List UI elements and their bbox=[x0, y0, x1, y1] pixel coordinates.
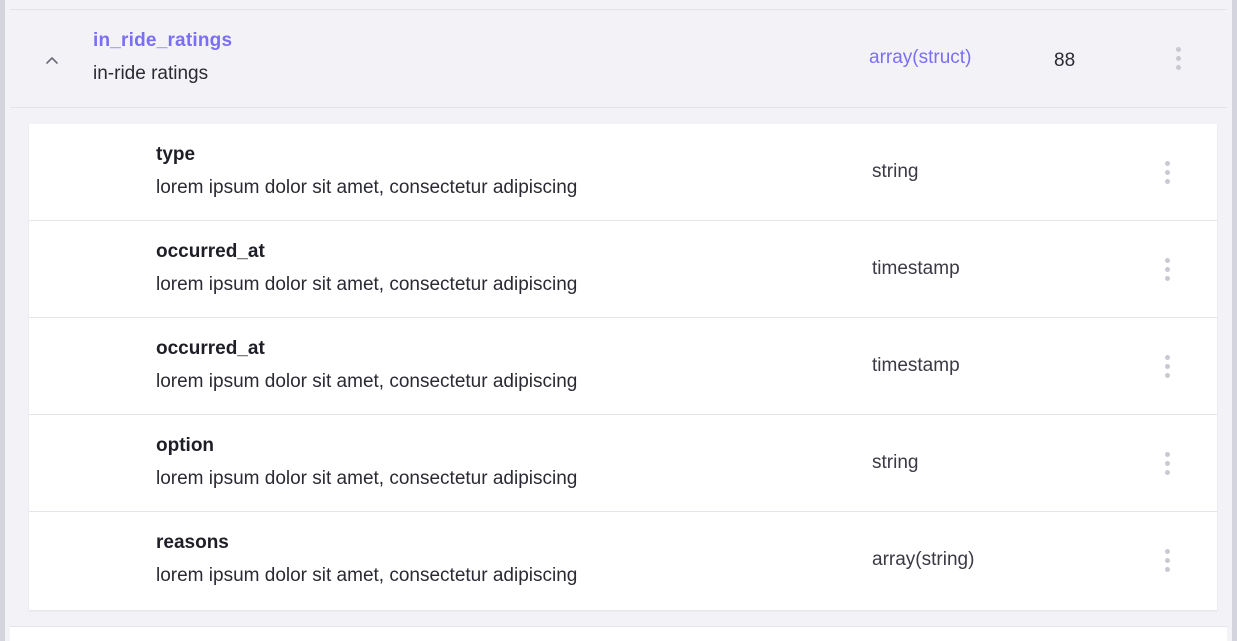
nested-field-row[interactable]: reasons lorem ipsum dolor sit amet, cons… bbox=[29, 512, 1217, 609]
nested-field-name: occurred_at bbox=[156, 241, 265, 262]
field-row-in-ride-ratings[interactable]: in_ride_ratings in-ride ratings array(st… bbox=[10, 10, 1227, 108]
nested-field-row[interactable]: occurred_at lorem ipsum dolor sit amet, … bbox=[29, 221, 1217, 318]
nested-field-type: timestamp bbox=[872, 258, 960, 279]
nested-field-type: string bbox=[872, 161, 919, 182]
schema-panel: in_ride_ratings in-ride ratings array(st… bbox=[0, 0, 1237, 641]
previous-row-edge bbox=[10, 0, 1227, 10]
field-count: 88 bbox=[1054, 50, 1076, 71]
kebab-menu-icon[interactable] bbox=[1157, 154, 1177, 190]
nested-field-row[interactable]: option lorem ipsum dolor sit amet, conse… bbox=[29, 415, 1217, 512]
kebab-menu-icon[interactable] bbox=[1157, 251, 1177, 287]
kebab-menu-icon[interactable] bbox=[1157, 542, 1177, 578]
kebab-menu-icon[interactable] bbox=[1157, 348, 1177, 384]
nested-field-type: timestamp bbox=[872, 355, 960, 376]
nested-field-description: lorem ipsum dolor sit amet, consectetur … bbox=[156, 565, 578, 586]
nested-field-name: option bbox=[156, 435, 215, 456]
nested-field-row[interactable]: occurred_at lorem ipsum dolor sit amet, … bbox=[29, 318, 1217, 415]
nested-field-name: type bbox=[156, 144, 196, 165]
nested-field-type: string bbox=[872, 452, 919, 473]
chevron-up-icon[interactable] bbox=[40, 48, 64, 72]
nested-field-type: array(string) bbox=[872, 549, 975, 570]
next-row-edge bbox=[10, 626, 1227, 641]
nested-fields-list: type lorem ipsum dolor sit amet, consect… bbox=[29, 124, 1217, 610]
nested-field-description: lorem ipsum dolor sit amet, consectetur … bbox=[156, 371, 578, 392]
field-type-link[interactable]: array(struct) bbox=[869, 47, 971, 69]
field-description: in-ride ratings bbox=[93, 63, 209, 84]
kebab-menu-icon[interactable] bbox=[1168, 40, 1188, 76]
nested-field-name: occurred_at bbox=[156, 338, 265, 359]
field-name-link[interactable]: in_ride_ratings bbox=[93, 30, 232, 52]
nested-field-description: lorem ipsum dolor sit amet, consectetur … bbox=[156, 177, 578, 198]
nested-field-description: lorem ipsum dolor sit amet, consectetur … bbox=[156, 274, 578, 295]
kebab-menu-icon[interactable] bbox=[1157, 445, 1177, 481]
nested-field-name: reasons bbox=[156, 532, 229, 553]
nested-field-row[interactable]: type lorem ipsum dolor sit amet, consect… bbox=[29, 124, 1217, 221]
nested-field-description: lorem ipsum dolor sit amet, consectetur … bbox=[156, 468, 578, 489]
